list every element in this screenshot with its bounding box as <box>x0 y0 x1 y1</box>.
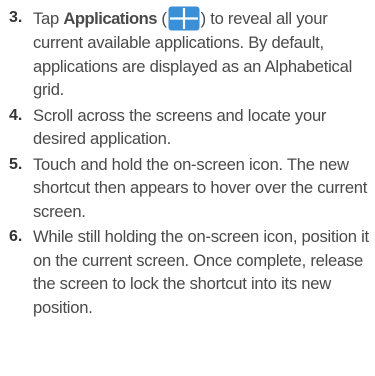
step-text: Scroll across the screens and locate you… <box>33 105 327 149</box>
step-text: While still holding the on-screen icon, … <box>33 227 369 317</box>
open-paren: ( <box>156 9 167 28</box>
step-5: 5. Touch and hold the on-screen icon. Th… <box>0 153 375 224</box>
step-number: 3. <box>9 9 23 26</box>
step-4: 4. Scroll across the screens and locate … <box>0 104 375 151</box>
step-number: 5. <box>9 155 23 173</box>
step-3: 3. Tap Applications ( ) to reveal all yo… <box>0 6 375 102</box>
step-number: 6. <box>9 228 23 245</box>
step-text: Touch and hold the on-screen icon. The n… <box>33 154 368 221</box>
applications-term: Applications <box>63 9 157 28</box>
step-text-pre: Tap <box>33 9 64 28</box>
applications-grid-icon <box>168 6 200 31</box>
step-6: 6. While still holding the on-screen ico… <box>0 225 375 319</box>
step-text: Tap Applications ( ) to reveal all your … <box>33 6 369 102</box>
instruction-list: 3. Tap Applications ( ) to reveal all yo… <box>0 6 375 321</box>
step-number: 4. <box>9 106 23 124</box>
